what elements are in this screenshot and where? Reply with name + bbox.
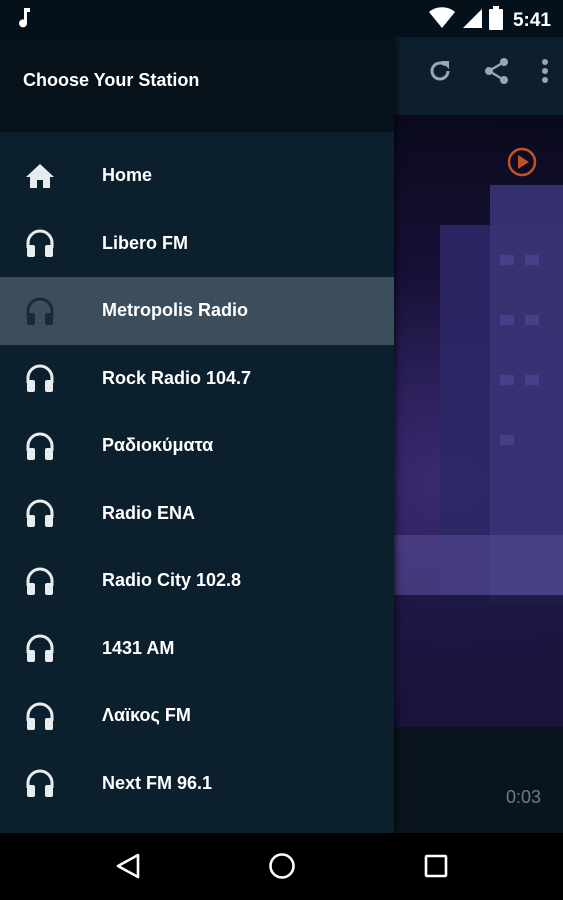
headphones-icon [24, 565, 56, 597]
home-icon [24, 160, 56, 192]
status-bar: 5:41 [0, 0, 563, 37]
drawer-item-radio-ena[interactable]: Radio ENA [0, 480, 394, 548]
back-icon[interactable] [115, 852, 141, 885]
headphones-icon [24, 497, 56, 529]
drawer-item-label: Next FM 96.1 [102, 772, 213, 793]
drawer-title: Choose Your Station [23, 70, 200, 90]
navigation-drawer: Choose Your Station Home Libero FM Metro… [0, 37, 394, 833]
headphones-icon [24, 700, 56, 732]
refresh-icon[interactable] [427, 58, 453, 89]
drawer-item-radio-city[interactable]: Radio City 102.8 [0, 547, 394, 615]
battery-icon [488, 6, 503, 35]
headphones-icon [24, 362, 56, 394]
drawer-item-laikos-fm[interactable]: Λαϊκος FM [0, 682, 394, 750]
drawer-item-rock-radio[interactable]: Rock Radio 104.7 [0, 345, 394, 413]
drawer-item-1431-am[interactable]: 1431 AM [0, 615, 394, 683]
drawer-item-label: Λαϊκος FM [102, 705, 191, 726]
home-circle-icon[interactable] [268, 852, 296, 885]
drawer-item-next-fm[interactable]: Next FM 96.1 [0, 750, 394, 818]
elapsed-time: 0:03 [505, 787, 541, 807]
headphones-icon [24, 295, 56, 327]
recents-icon[interactable] [424, 852, 448, 885]
drawer-item-metropolis-radio[interactable]: Metropolis Radio [0, 277, 394, 345]
drawer-header: Choose Your Station [0, 37, 394, 132]
clock: 5:41 [512, 9, 551, 31]
wifi-icon [428, 7, 455, 34]
drawer-item-label: Radio ENA [102, 502, 196, 523]
system-nav-bar [0, 833, 563, 900]
more-vert-icon[interactable] [541, 58, 549, 89]
drawer-item-label: 1431 AM [102, 637, 175, 658]
drawer-item-libero-fm[interactable]: Libero FM [0, 210, 394, 278]
drawer-item-label: Metropolis Radio [102, 300, 249, 321]
drawer-item-label: Radio City 102.8 [102, 570, 242, 591]
share-icon[interactable] [483, 57, 511, 90]
drawer-item-label: Home [102, 165, 153, 186]
signal-icon [461, 7, 483, 34]
headphones-icon [24, 227, 56, 259]
drawer-item-home[interactable]: Home [0, 142, 394, 210]
headphones-icon [24, 767, 56, 799]
music-note-icon [16, 6, 34, 35]
headphones-icon [24, 430, 56, 462]
headphones-icon [24, 632, 56, 664]
drawer-item-label: Libero FM [102, 232, 188, 253]
station-list: Home Libero FM Metropolis Radio Rock Rad… [0, 132, 394, 817]
drawer-item-label: Ραδιοκύματα [102, 435, 214, 456]
drawer-item-label: Rock Radio 104.7 [102, 367, 252, 388]
drawer-item-radiokymata[interactable]: Ραδιοκύματα [0, 412, 394, 480]
play-circle-icon[interactable] [507, 147, 537, 182]
